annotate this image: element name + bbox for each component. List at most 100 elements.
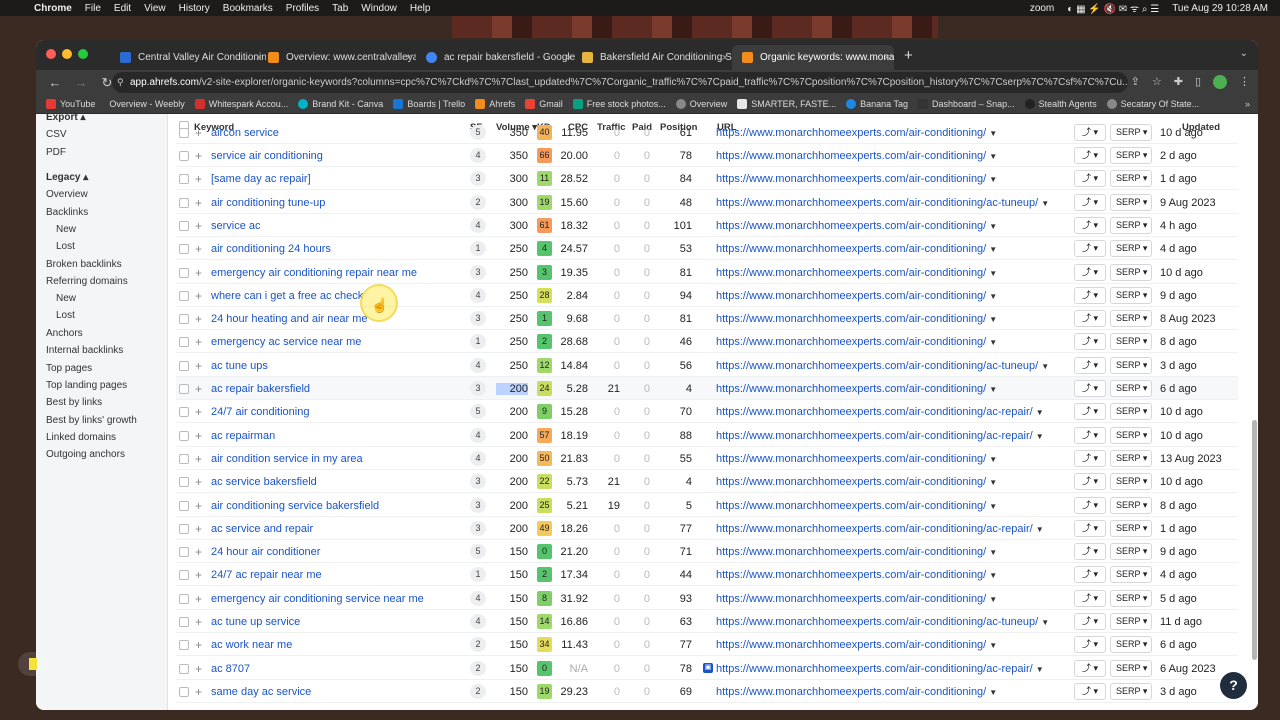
close-window-button[interactable] <box>46 49 56 59</box>
side-panel-icon[interactable]: ▯ <box>1195 75 1201 89</box>
ranking-url-link[interactable]: https://www.monarchhomeexperts.com/air-c… <box>716 523 1044 535</box>
keyword-link[interactable]: service air conditioning <box>211 150 323 162</box>
sidebar-export[interactable]: Export ▴ <box>46 112 85 123</box>
tab-bakersfield-ac[interactable]: Bakersfield Air Conditioning Se × <box>572 45 732 70</box>
serp-button[interactable]: SERP ▾ <box>1110 333 1152 351</box>
keyword-link[interactable]: air condition service in my area <box>211 453 363 465</box>
serp-features-badge[interactable]: 1 <box>470 241 486 257</box>
serp-button[interactable]: SERP ▾ <box>1110 147 1152 164</box>
bookmark-star-icon[interactable]: ☆ <box>1152 75 1162 89</box>
keyword-link[interactable]: where can i get a free ac check <box>211 290 363 302</box>
serp-button[interactable]: SERP ▾ <box>1110 636 1152 654</box>
url-dropdown-icon[interactable]: ▼ <box>989 292 997 301</box>
position-history-button[interactable]: ⤴ ▾ <box>1074 659 1106 677</box>
sidebar-item-refdomains-new[interactable]: New <box>56 293 76 304</box>
position-history-button[interactable]: ⤴ ▾ <box>1074 263 1106 281</box>
bookmark-stock-photos[interactable]: Free stock photos... <box>572 99 666 109</box>
row-checkbox[interactable] <box>179 174 189 185</box>
url-dropdown-icon[interactable]: ▼ <box>989 502 997 511</box>
ranking-url-link[interactable]: https://www.monarchhomeexperts.com/air-c… <box>716 639 997 651</box>
add-to-list-icon[interactable]: + <box>195 592 202 606</box>
position-history-button[interactable]: ⤴ ▾ <box>1074 310 1106 328</box>
ranking-url-link[interactable]: https://www.monarchhomeexperts.com/air-c… <box>716 500 997 512</box>
ranking-url-link[interactable]: https://www.monarchhomeexperts.com/air-c… <box>716 546 997 558</box>
keyword-link[interactable]: ac service bakersfield <box>211 476 317 488</box>
menu-file[interactable]: File <box>85 3 101 14</box>
row-checkbox[interactable] <box>179 547 189 558</box>
add-to-list-icon[interactable]: + <box>195 126 202 140</box>
more-menu-icon[interactable]: ⋮ <box>1239 75 1250 89</box>
keyword-link[interactable]: ac 8707 <box>211 663 250 675</box>
position-history-button[interactable]: ⤴ ▾ <box>1074 170 1106 188</box>
row-checkbox[interactable] <box>179 523 189 534</box>
table-row[interactable]: +24 hour air conditioner 5 150 0 21.20 0 0 71 ht… <box>176 540 1238 564</box>
serp-features-badge[interactable]: 4 <box>470 614 486 629</box>
position-history-button[interactable]: ⤴ ▾ <box>1074 240 1106 258</box>
menu-clock[interactable]: Tue Aug 29 10:28 AM <box>1172 3 1268 14</box>
serp-features-badge[interactable]: 4 <box>470 450 486 466</box>
serp-button[interactable]: SERP ▾ <box>1110 496 1152 514</box>
add-to-list-icon[interactable]: + <box>195 382 202 396</box>
add-to-list-icon[interactable]: + <box>195 662 202 676</box>
row-checkbox[interactable] <box>179 570 189 581</box>
position-history-button[interactable]: ⤴ ▾ <box>1074 613 1106 630</box>
menu-edit[interactable]: Edit <box>114 3 131 14</box>
menu-bookmarks[interactable]: Bookmarks <box>223 3 273 14</box>
url-dropdown-icon[interactable]: ▼ <box>989 595 997 604</box>
keyword-link[interactable]: emergency air conditioning repair near m… <box>211 267 417 279</box>
url-dropdown-icon[interactable]: ▼ <box>989 571 997 580</box>
table-row[interactable]: + air conditioning tune-up 2 300 19 15.60 0 0 48… <box>176 191 1238 214</box>
serp-button[interactable]: SERP ▾ <box>1110 170 1152 188</box>
table-row[interactable]: + ac work near me 2 150 34 11.43 0 0 77 https://w… <box>176 633 1238 657</box>
menu-history[interactable]: History <box>179 3 210 14</box>
serp-features-badge[interactable]: 4 <box>470 148 486 163</box>
extensions-icon[interactable]: ✚ <box>1174 75 1183 89</box>
back-button[interactable]: ← <box>48 75 62 90</box>
sidebar-item-anchors[interactable]: Anchors <box>46 328 83 339</box>
table-row[interactable]: + where can i get a free ac check 4 250 28 2.… <box>176 284 1238 307</box>
serp-features-badge[interactable]: 4 <box>470 287 486 303</box>
bookmark-whitespark[interactable]: Whitespark Accou... <box>194 99 288 109</box>
tab-google-search[interactable]: ac repair bakersfield - Google × <box>416 45 576 70</box>
add-to-list-icon[interactable]: + <box>195 312 202 326</box>
share-icon[interactable]: ⇪ <box>1131 75 1140 89</box>
row-checkbox[interactable] <box>179 290 189 301</box>
add-to-list-icon[interactable]: + <box>195 196 202 210</box>
position-history-button[interactable]: ⤴ ▾ <box>1074 519 1106 537</box>
serp-features-badge[interactable]: 5 <box>470 124 486 140</box>
tab-ahrefs-overview[interactable]: Overview: www.centralvalleya × <box>258 45 416 70</box>
ranking-url-link[interactable]: https://www.monarchhomeexperts.com/air-c… <box>716 569 997 581</box>
bookmark-gmail[interactable]: Gmail <box>525 99 563 109</box>
position-history-button[interactable]: ⤴ ▾ <box>1074 566 1106 584</box>
tab-close-icon[interactable]: × <box>722 52 728 64</box>
table-row[interactable]: + emergency air conditioning service near… <box>176 587 1238 610</box>
url-dropdown-icon[interactable]: ▼ <box>1036 432 1044 441</box>
menu-app-name[interactable]: Chrome <box>34 3 72 14</box>
keyword-link[interactable]: service ac <box>211 220 261 232</box>
recording-pause-icon[interactable] <box>18 652 48 676</box>
add-to-list-icon[interactable]: + <box>195 242 202 256</box>
serp-features-badge[interactable]: 4 <box>470 590 486 606</box>
url-dropdown-icon[interactable]: ▼ <box>989 152 997 161</box>
keyword-link[interactable]: 24 hour heating and air near me <box>211 313 368 325</box>
sidebar-item-best-by-links-growth[interactable]: Best by links' growth <box>46 415 137 426</box>
table-row[interactable]: + ac service bakersfield 3 200 22 5.73 21 0 4 htt… <box>176 470 1238 494</box>
bookmark-snap[interactable]: Dashboard – Snap... <box>918 99 1015 109</box>
position-history-button[interactable]: ⤴ ▾ <box>1074 589 1106 607</box>
keyword-link[interactable]: emergency ac service near me <box>211 336 361 348</box>
serp-features-badge[interactable]: 1 <box>470 567 486 583</box>
serp-features-badge[interactable]: 2 <box>470 683 486 699</box>
keyword-link[interactable]: same day ac service <box>211 686 311 698</box>
keyword-link[interactable]: ac work near me <box>211 639 292 651</box>
add-to-list-icon[interactable]: + <box>195 685 202 699</box>
table-row[interactable]: + ac tune up service 4 150 14 16.86 0 0 63 https:… <box>176 610 1238 633</box>
row-checkbox[interactable] <box>179 477 189 488</box>
row-checkbox[interactable] <box>179 220 189 231</box>
position-history-button[interactable]: ⤴ ▾ <box>1074 380 1106 397</box>
table-row[interactable]: + ac repair bakersfield 3 200 24 5.28 21 0 4 http… <box>176 377 1238 400</box>
keyword-link[interactable]: aircon service <box>211 127 279 139</box>
url-dropdown-icon[interactable]: ▼ <box>989 315 997 324</box>
row-checkbox[interactable] <box>179 593 189 604</box>
ranking-url-link[interactable]: https://www.monarchhomeexperts.com/air-c… <box>716 243 997 255</box>
table-row[interactable]: + air conditioning service bakersfield 3 20… <box>176 494 1238 517</box>
